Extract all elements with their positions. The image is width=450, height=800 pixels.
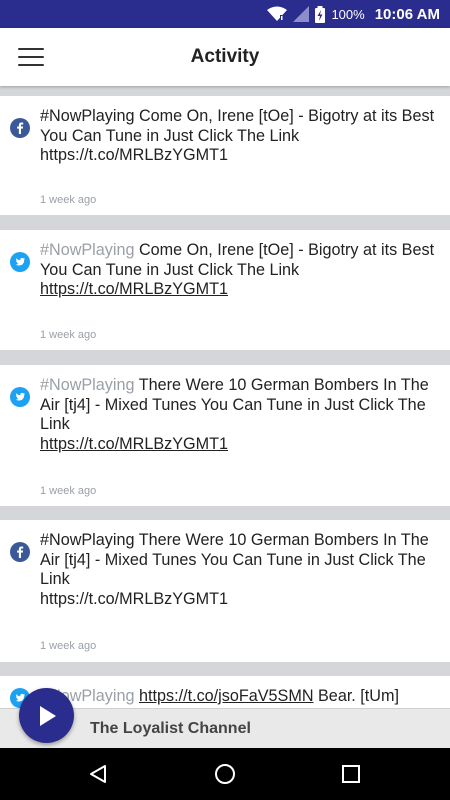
recents-icon[interactable] bbox=[316, 748, 386, 800]
feed-item[interactable]: #NowPlaying Come On, Irene [tOe] - Bigot… bbox=[0, 230, 450, 350]
post-timestamp: 1 week ago bbox=[40, 194, 97, 206]
post-hashtag[interactable]: #NowPlaying bbox=[40, 376, 134, 394]
post-text: #NowPlaying There Were 10 German Bombers… bbox=[40, 376, 436, 454]
post-text: #NowPlaying Come On, Irene [tOe] - Bigot… bbox=[40, 107, 436, 166]
post-link[interactable]: https://t.co/jsoFaV5SMN bbox=[139, 687, 314, 705]
post-link[interactable]: https://t.co/MRLBzYGMT1 bbox=[40, 146, 228, 164]
post-link[interactable]: https://t.co/MRLBzYGMT1 bbox=[40, 435, 228, 453]
battery-charging-icon bbox=[315, 5, 326, 23]
post-timestamp: 1 week ago bbox=[40, 640, 97, 652]
twitter-icon bbox=[10, 252, 30, 272]
post-text: #NowPlaying There Were 10 German Bombers… bbox=[40, 531, 436, 609]
battery-level: 100% bbox=[331, 6, 365, 22]
menu-icon[interactable] bbox=[18, 45, 44, 69]
post-link[interactable]: https://t.co/MRLBzYGMT1 bbox=[40, 280, 228, 298]
play-icon bbox=[39, 705, 56, 726]
post-text: #NowPlaying Come On, Irene [tOe] - Bigot… bbox=[40, 241, 436, 300]
home-icon[interactable] bbox=[190, 748, 260, 800]
feed-item[interactable]: #NowPlaying There Were 10 German Bombers… bbox=[0, 365, 450, 506]
play-button[interactable] bbox=[19, 688, 74, 743]
app-bar: Activity bbox=[0, 28, 450, 86]
clock: 10:06 AM bbox=[374, 5, 440, 23]
page-title: Activity bbox=[190, 46, 260, 67]
station-title: The Loyalist Channel bbox=[90, 720, 251, 737]
status-bar: 100% 10:06 AM bbox=[0, 0, 450, 28]
facebook-icon bbox=[10, 118, 30, 138]
cellular-signal-icon bbox=[293, 6, 310, 22]
twitter-icon bbox=[10, 387, 30, 407]
facebook-icon bbox=[10, 542, 30, 562]
back-icon[interactable] bbox=[63, 748, 133, 800]
post-body: Bear. [tUm] bbox=[313, 687, 399, 705]
post-text: #NowPlaying https://t.co/jsoFaV5SMN Bear… bbox=[40, 687, 436, 707]
post-hashtag[interactable]: #NowPlaying bbox=[40, 107, 134, 125]
feed-item[interactable]: #NowPlaying Come On, Irene [tOe] - Bigot… bbox=[0, 96, 450, 215]
feed-item[interactable]: #NowPlaying There Were 10 German Bombers… bbox=[0, 520, 450, 662]
post-link[interactable]: https://t.co/MRLBzYGMT1 bbox=[40, 590, 228, 608]
wifi-icon bbox=[267, 6, 288, 22]
navigation-bar bbox=[0, 748, 450, 800]
post-hashtag[interactable]: #NowPlaying bbox=[40, 241, 134, 259]
post-hashtag[interactable]: #NowPlaying bbox=[40, 531, 134, 549]
post-timestamp: 1 week ago bbox=[40, 485, 97, 497]
activity-feed[interactable]: #NowPlaying Come On, Irene [tOe] - Bigot… bbox=[0, 86, 450, 708]
post-timestamp: 1 week ago bbox=[40, 329, 97, 341]
